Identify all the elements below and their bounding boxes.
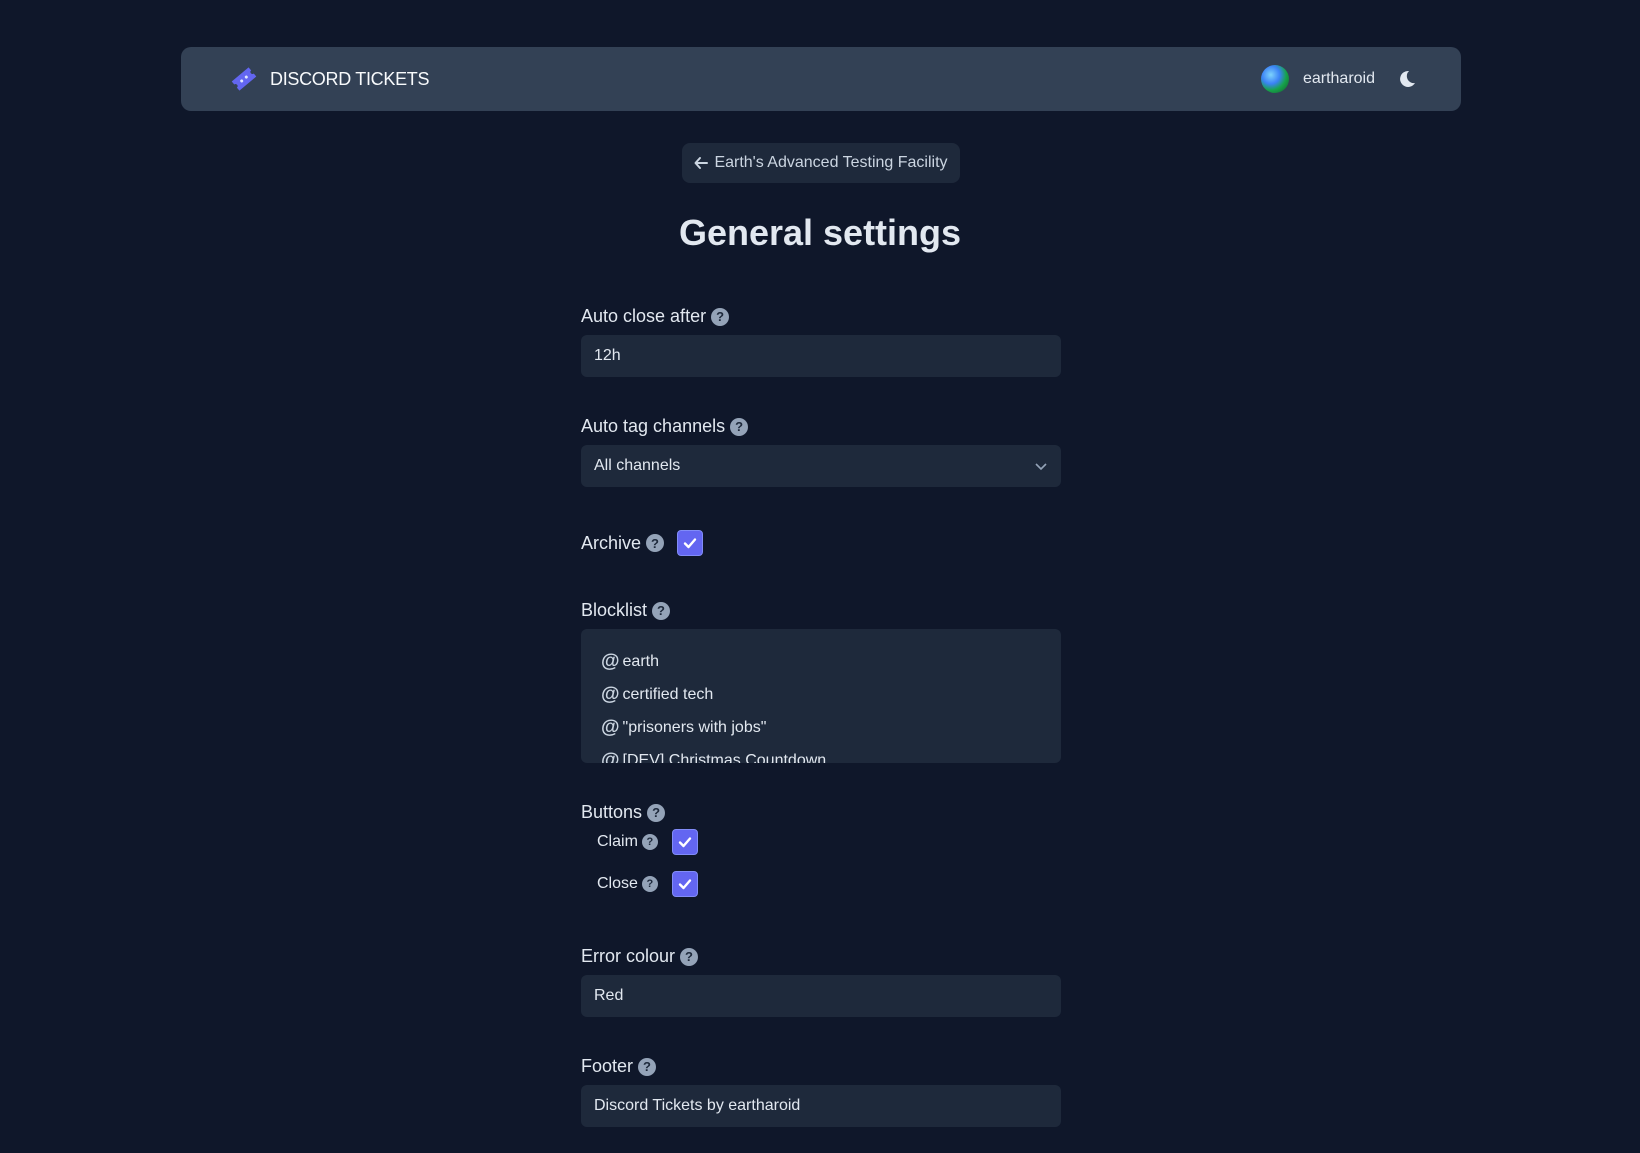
footer-input[interactable]: Discord Tickets by eartharoid <box>581 1085 1061 1127</box>
claim-checkbox[interactable] <box>671 829 698 855</box>
arrow-left-icon <box>694 157 709 169</box>
checkmark-icon <box>678 837 692 848</box>
error-colour-value: Red <box>594 987 624 1004</box>
blocklist-field: Blocklist ? @ earth @ certified tech @ "pri… <box>581 600 1061 763</box>
error-colour-field: Error colour ? Red <box>581 946 1061 1017</box>
error-colour-label: Error colour <box>581 946 676 966</box>
blocklist-item-label: "prisoners with jobs" <box>622 718 767 736</box>
auto-tag-value: All channels <box>594 457 681 474</box>
buttons-field: Buttons ? Claim ? Close ? <box>581 802 1061 899</box>
auto-tag-select[interactable]: All channels <box>581 445 1061 487</box>
back-link-label: Earth's Advanced Testing Facility <box>714 154 948 171</box>
help-icon[interactable]: ? <box>711 307 730 326</box>
archive-field: Archive ? <box>581 530 1061 556</box>
moon-icon[interactable] <box>1397 69 1417 89</box>
checkmark-icon <box>678 879 692 890</box>
help-icon[interactable]: ? <box>730 417 749 436</box>
role-mention-icon: @ <box>601 749 620 764</box>
help-icon[interactable]: ? <box>641 834 658 850</box>
auto-close-field: Auto close after ? 12h <box>581 306 1061 377</box>
footer-value: Discord Tickets by eartharoid <box>594 1097 801 1114</box>
help-icon[interactable]: ? <box>641 876 658 892</box>
blocklist-multiselect[interactable]: @ earth @ certified tech @ "prisoners with … <box>581 629 1061 763</box>
navbar: DISCORD TICKETS eartharoid <box>181 47 1461 111</box>
archive-label: Archive <box>581 532 642 553</box>
close-checkbox[interactable] <box>671 871 698 897</box>
blocklist-item-label: earth <box>622 652 659 670</box>
role-mention-icon: @ <box>601 683 620 705</box>
blocklist-item[interactable]: @ earth <box>601 645 1041 678</box>
checkmark-icon <box>683 538 697 549</box>
archive-checkbox[interactable] <box>677 530 704 556</box>
help-icon[interactable]: ? <box>646 534 665 552</box>
auto-close-label: Auto close after <box>581 306 707 326</box>
blocklist-item-label: certified tech <box>622 685 714 703</box>
auto-close-value: 12h <box>594 347 621 364</box>
brand[interactable]: DISCORD TICKETS <box>228 63 430 95</box>
role-mention-icon: @ <box>601 650 620 672</box>
auto-tag-label: Auto tag channels <box>581 416 726 436</box>
blocklist-item-label: [DEV] Christmas Countdown <box>622 751 827 764</box>
user-menu: eartharoid <box>1260 65 1417 93</box>
username[interactable]: eartharoid <box>1303 70 1375 88</box>
help-icon[interactable]: ? <box>647 803 666 822</box>
page-title: General settings <box>678 212 962 253</box>
help-icon[interactable]: ? <box>652 601 671 620</box>
back-to-guild-link[interactable]: Earth's Advanced Testing Facility <box>682 143 960 183</box>
error-colour-input[interactable]: Red <box>581 975 1061 1017</box>
brand-name: DISCORD TICKETS <box>270 68 430 89</box>
blocklist-item[interactable]: @ [DEV] Christmas Countdown <box>601 744 1041 764</box>
help-icon[interactable]: ? <box>680 947 699 966</box>
help-icon[interactable]: ? <box>638 1057 657 1076</box>
footer-label: Footer <box>581 1056 634 1076</box>
auto-close-input[interactable]: 12h <box>581 335 1061 377</box>
auto-tag-field: Auto tag channels ? All channels <box>581 416 1061 487</box>
close-label: Close <box>597 875 638 892</box>
role-mention-icon: @ <box>601 716 620 738</box>
close-button-option: Close ? <box>597 869 1061 899</box>
globe-avatar[interactable] <box>1260 65 1289 93</box>
blocklist-item[interactable]: @ "prisoners with jobs" <box>601 711 1041 744</box>
buttons-label: Buttons <box>581 802 643 822</box>
footer-field: Footer ? Discord Tickets by eartharoid <box>581 1056 1061 1127</box>
blocklist-item[interactable]: @ certified tech <box>601 678 1041 711</box>
claim-label: Claim <box>597 833 638 850</box>
claim-button-option: Claim ? <box>597 827 1061 857</box>
ticket-logo-icon <box>231 67 257 91</box>
blocklist-label: Blocklist <box>581 600 648 620</box>
chevron-down-icon <box>1035 463 1047 471</box>
